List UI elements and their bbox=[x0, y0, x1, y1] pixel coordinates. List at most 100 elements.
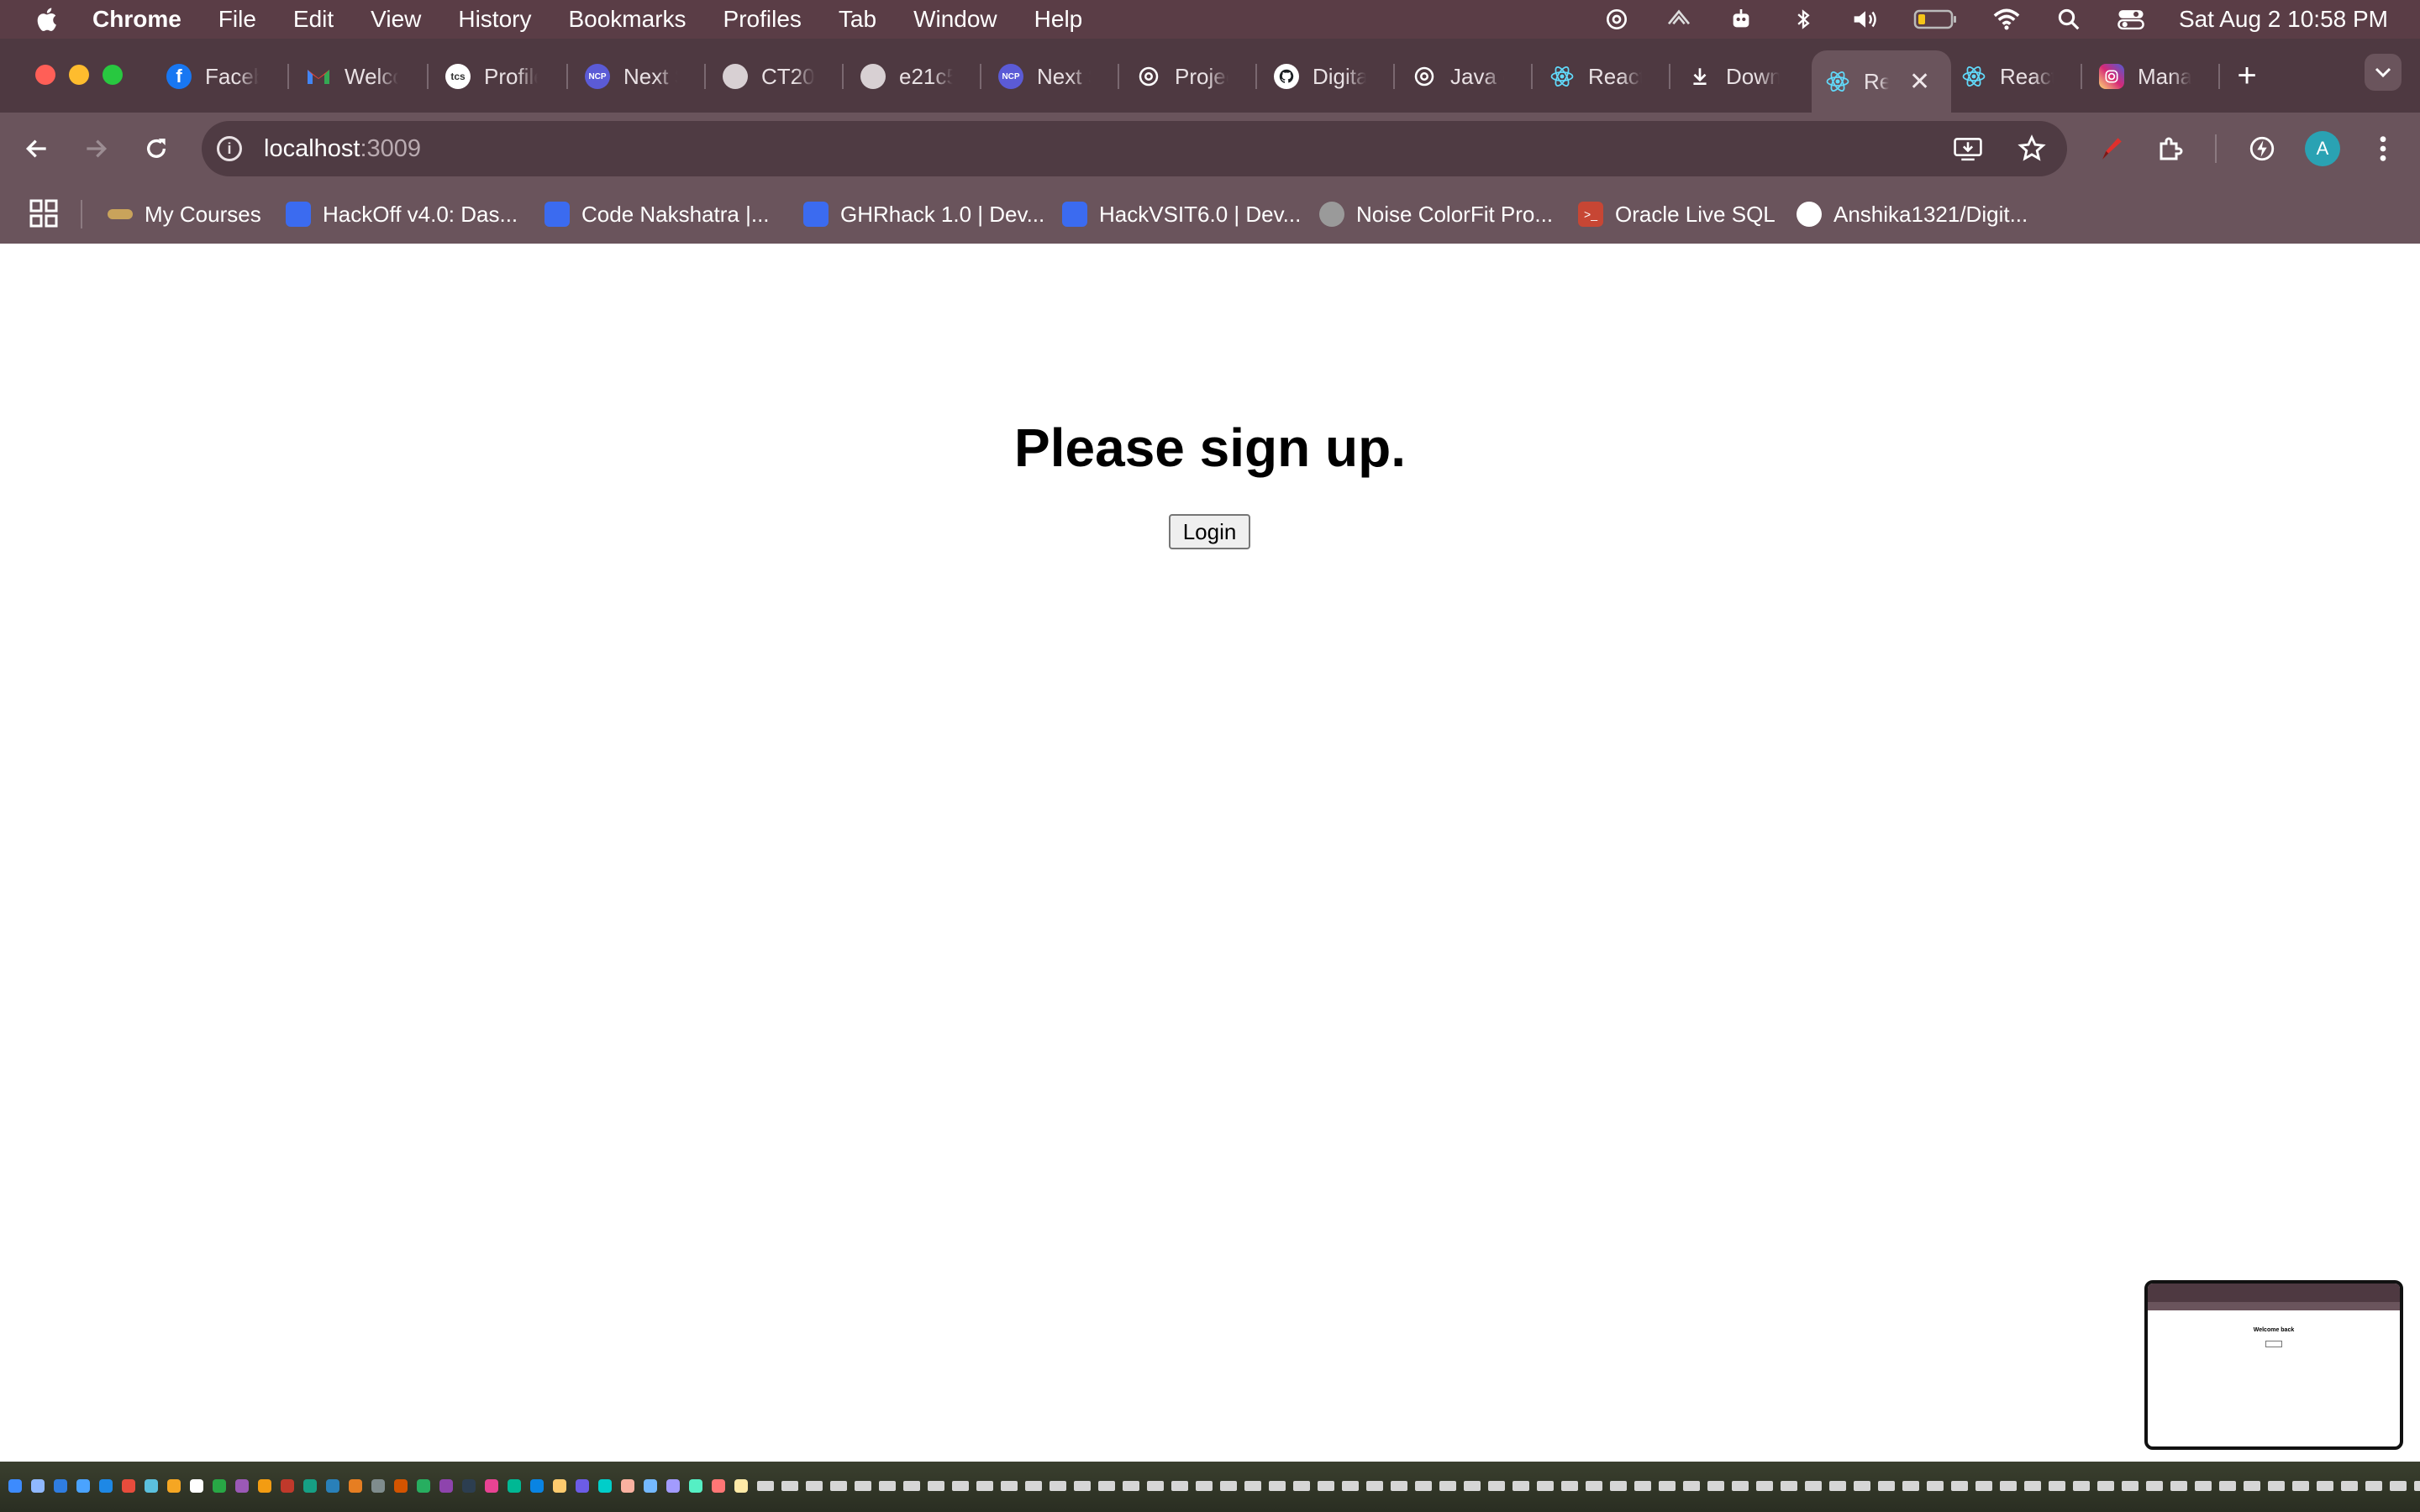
site-info-icon[interactable]: i bbox=[217, 136, 242, 161]
menu-app-name[interactable]: Chrome bbox=[92, 6, 182, 33]
menu-edit[interactable]: Edit bbox=[293, 6, 334, 33]
dock-minimized-window[interactable] bbox=[928, 1481, 944, 1491]
dock-app-icon[interactable] bbox=[666, 1479, 680, 1493]
menu-window[interactable]: Window bbox=[913, 6, 997, 33]
dock-minimized-window[interactable] bbox=[1756, 1481, 1773, 1491]
pen-extension-icon[interactable] bbox=[2092, 130, 2129, 167]
dock-app-icon[interactable] bbox=[644, 1479, 657, 1493]
dock-minimized-window[interactable] bbox=[1342, 1481, 1359, 1491]
chatgpt-icon[interactable] bbox=[1602, 5, 1631, 34]
dock-minimized-window[interactable] bbox=[2146, 1481, 2163, 1491]
dock-minimized-window[interactable] bbox=[1781, 1481, 1797, 1491]
dock-minimized-window[interactable] bbox=[2122, 1481, 2139, 1491]
dock-minimized-window[interactable] bbox=[1829, 1481, 1846, 1491]
dock-minimized-window[interactable] bbox=[1488, 1481, 1505, 1491]
dock-app-icon[interactable] bbox=[303, 1479, 317, 1493]
performance-icon[interactable] bbox=[2244, 130, 2281, 167]
dock-minimized-window[interactable] bbox=[1366, 1481, 1383, 1491]
close-tab-icon[interactable]: ✕ bbox=[1909, 67, 1930, 97]
reload-icon[interactable] bbox=[138, 130, 175, 167]
dock-minimized-window[interactable] bbox=[1927, 1481, 1944, 1491]
bookmark-hackoff[interactable]: HackOff v4.0: Das... bbox=[286, 197, 518, 232]
bookmark-code-nakshatra[interactable]: Code Nakshatra |... bbox=[544, 197, 770, 232]
dock-app-icon[interactable] bbox=[598, 1479, 612, 1493]
dock-minimized-window[interactable] bbox=[1805, 1481, 1822, 1491]
apps-grid-icon[interactable] bbox=[29, 198, 59, 228]
dock-minimized-window[interactable] bbox=[1732, 1481, 1749, 1491]
dock-minimized-window[interactable] bbox=[2268, 1481, 2285, 1491]
dock-app-icon[interactable] bbox=[621, 1479, 634, 1493]
dock-minimized-window[interactable] bbox=[1464, 1481, 1481, 1491]
dock-minimized-window[interactable] bbox=[2073, 1481, 2090, 1491]
tab-tcs-profile[interactable]: tcs Profile bbox=[445, 49, 538, 104]
menu-view[interactable]: View bbox=[371, 6, 421, 33]
dock-minimized-window[interactable] bbox=[757, 1481, 774, 1491]
tab-project[interactable]: Project bbox=[1136, 49, 1228, 104]
tab-next-step-2[interactable]: NCP Next Step bbox=[998, 49, 1091, 104]
dock-minimized-window[interactable] bbox=[1707, 1481, 1724, 1491]
dock-minimized-window[interactable] bbox=[2365, 1481, 2382, 1491]
dock-app-icon[interactable] bbox=[553, 1479, 566, 1493]
dock-app-icon[interactable] bbox=[326, 1479, 339, 1493]
dock-minimized-window[interactable] bbox=[2219, 1481, 2236, 1491]
wifi-icon[interactable] bbox=[1992, 5, 2021, 34]
dock-app-icon[interactable] bbox=[281, 1479, 294, 1493]
dock-app-icon[interactable] bbox=[258, 1479, 271, 1493]
minimize-window-button[interactable] bbox=[69, 65, 89, 85]
dock-minimized-window[interactable] bbox=[1975, 1481, 1992, 1491]
dock-app-icon[interactable] bbox=[8, 1479, 22, 1493]
dock-minimized-window[interactable] bbox=[1123, 1481, 1139, 1491]
menu-bar-clock[interactable]: Sat Aug 2 10:58 PM bbox=[2179, 6, 2388, 33]
tab-search-button[interactable] bbox=[2365, 54, 2402, 91]
tab-react-app-active[interactable]: React App ✕ bbox=[1812, 50, 1951, 113]
dock-minimized-window[interactable] bbox=[1293, 1481, 1310, 1491]
bookmark-my-courses[interactable]: My Courses bbox=[108, 197, 261, 232]
dock-minimized-window[interactable] bbox=[1098, 1481, 1115, 1491]
dock-minimized-window[interactable] bbox=[1025, 1481, 1042, 1491]
dock-minimized-window[interactable] bbox=[2024, 1481, 2041, 1491]
dock-app-icon[interactable] bbox=[417, 1479, 430, 1493]
dock-minimized-window[interactable] bbox=[2390, 1481, 2407, 1491]
tab-react[interactable]: React bbox=[1549, 49, 1642, 104]
dock-minimized-window[interactable] bbox=[2049, 1481, 2065, 1491]
dock-minimized-window[interactable] bbox=[1391, 1481, 1407, 1491]
dock-app-icon[interactable] bbox=[235, 1479, 249, 1493]
dock-app-icon[interactable] bbox=[122, 1479, 135, 1493]
dock-minimized-window[interactable] bbox=[1854, 1481, 1870, 1491]
dock-app-icon[interactable] bbox=[485, 1479, 498, 1493]
dock-minimized-window[interactable] bbox=[952, 1481, 969, 1491]
tab-react-2[interactable]: React bbox=[1961, 49, 2054, 104]
bookmark-hackvsit[interactable]: HackVSIT6.0 | Dev... bbox=[1062, 197, 1301, 232]
dock-minimized-window[interactable] bbox=[1951, 1481, 1968, 1491]
dock-minimized-window[interactable] bbox=[2195, 1481, 2212, 1491]
dock-app-icon[interactable] bbox=[99, 1479, 113, 1493]
dock-minimized-window[interactable] bbox=[806, 1481, 823, 1491]
tab-e21c5[interactable]: e21c5 bbox=[860, 49, 953, 104]
artifact-icon[interactable] bbox=[1665, 5, 1693, 34]
menu-file[interactable]: File bbox=[218, 6, 256, 33]
dock-minimized-window[interactable] bbox=[2170, 1481, 2187, 1491]
tab-instagram[interactable]: Manav bbox=[2099, 49, 2191, 104]
dock-minimized-window[interactable] bbox=[1220, 1481, 1237, 1491]
dock-minimized-window[interactable] bbox=[1001, 1481, 1018, 1491]
robot-icon[interactable] bbox=[1727, 5, 1755, 34]
dock-minimized-window[interactable] bbox=[1074, 1481, 1091, 1491]
bookmark-ghrhack[interactable]: GHRhack 1.0 | Dev... bbox=[803, 197, 1044, 232]
dock-minimized-window[interactable] bbox=[879, 1481, 896, 1491]
dock-minimized-window[interactable] bbox=[1586, 1481, 1602, 1491]
dock-app-icon[interactable] bbox=[439, 1479, 453, 1493]
tab-download[interactable]: Download bbox=[1687, 49, 1780, 104]
login-button[interactable]: Login bbox=[1169, 514, 1250, 549]
back-icon[interactable] bbox=[18, 130, 55, 167]
dock-app-icon[interactable] bbox=[712, 1479, 725, 1493]
apple-icon[interactable] bbox=[34, 5, 62, 34]
new-tab-icon[interactable]: + bbox=[2228, 57, 2265, 94]
tab-github-digital[interactable]: Digital bbox=[1274, 49, 1366, 104]
screenshot-preview-thumbnail[interactable]: Welcome back bbox=[2144, 1280, 2403, 1450]
dock-minimized-window[interactable] bbox=[903, 1481, 920, 1491]
control-center-icon[interactable] bbox=[2117, 5, 2145, 34]
dock-minimized-window[interactable] bbox=[1439, 1481, 1456, 1491]
dock-minimized-window[interactable] bbox=[2097, 1481, 2114, 1491]
dock-app-icon[interactable] bbox=[167, 1479, 181, 1493]
tab-java-code[interactable]: Java code bbox=[1412, 49, 1504, 104]
